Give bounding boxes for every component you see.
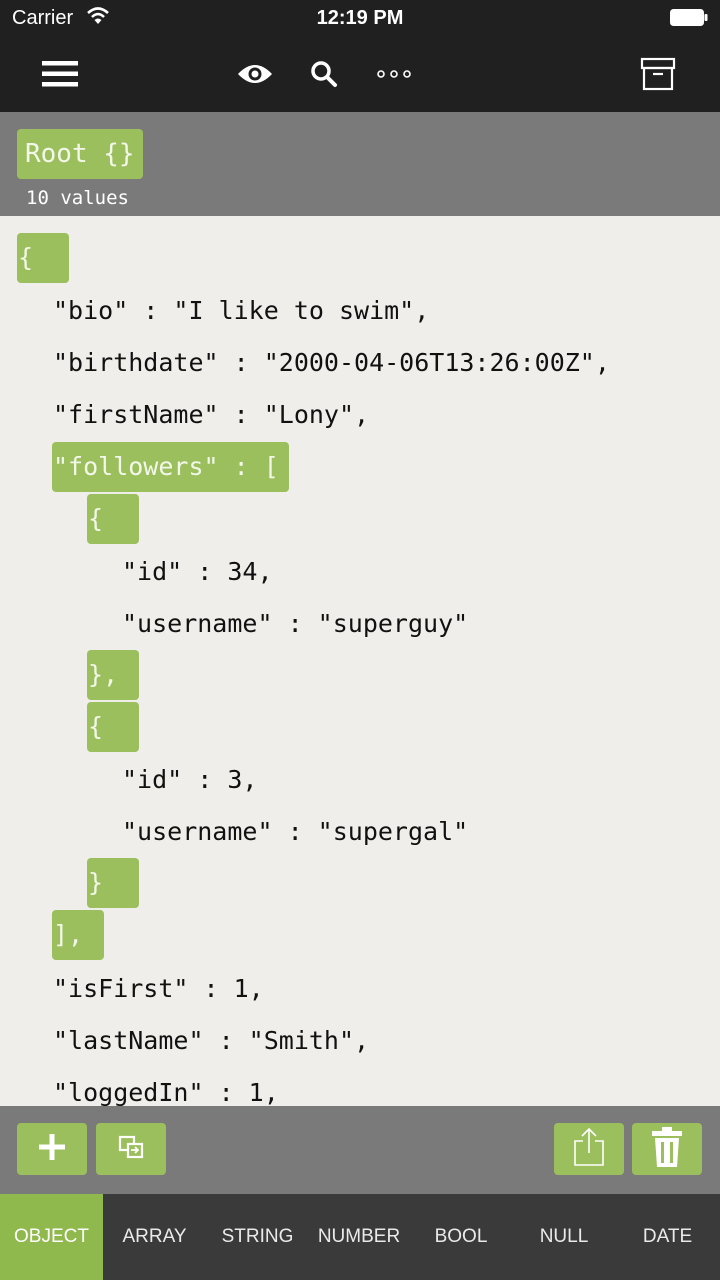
follower-open-brace[interactable]: {	[87, 494, 139, 544]
json-view[interactable]: { "bio" : "I like to swim", "birthdate" …	[0, 216, 720, 1106]
value-count: 10 values	[26, 187, 129, 209]
trash-icon	[651, 1126, 683, 1173]
archive-icon[interactable]	[636, 52, 680, 96]
tab-string[interactable]: STRING	[206, 1194, 309, 1280]
json-line-loggedin[interactable]: "loggedIn" : 1,	[53, 1067, 279, 1106]
share-button[interactable]	[554, 1123, 624, 1175]
tab-object[interactable]: OBJECT	[0, 1194, 103, 1280]
array-close-bracket[interactable]: ],	[52, 910, 104, 960]
copy-icon	[118, 1135, 144, 1164]
json-line-firstname[interactable]: "firstName" : "Lony",	[53, 389, 369, 441]
tab-date[interactable]: DATE	[615, 1194, 720, 1280]
action-bar	[0, 1106, 720, 1194]
json-line-followers[interactable]: "followers" : [	[52, 442, 289, 492]
add-icon	[37, 1132, 67, 1167]
menu-icon[interactable]	[38, 52, 82, 96]
json-line-birthdate[interactable]: "birthdate" : "2000-04-06T13:26:00Z",	[53, 337, 610, 389]
toolbar	[0, 36, 720, 112]
json-line-lastname[interactable]: "lastName" : "Smith",	[53, 1015, 369, 1067]
battery-icon	[670, 9, 708, 26]
root-button[interactable]: Root {}	[17, 129, 143, 179]
clock: 12:19 PM	[316, 7, 404, 29]
json-line-id[interactable]: "id" : 3,	[122, 754, 257, 806]
delete-button[interactable]	[632, 1123, 702, 1175]
tab-null[interactable]: NULL	[513, 1194, 615, 1280]
type-selector: OBJECT ARRAY STRING NUMBER BOOL NULL DAT…	[0, 1194, 720, 1280]
follower-close-brace[interactable]: },	[87, 650, 139, 700]
tab-number[interactable]: NUMBER	[309, 1194, 409, 1280]
follower-close-brace[interactable]: }	[87, 858, 139, 908]
object-open-brace[interactable]: {	[17, 233, 69, 283]
search-icon[interactable]	[302, 52, 346, 96]
follower-open-brace[interactable]: {	[87, 702, 139, 752]
json-line-bio[interactable]: "bio" : "I like to swim",	[53, 285, 429, 337]
tab-array[interactable]: ARRAY	[103, 1194, 206, 1280]
status-bar: Carrier 12:19 PM	[0, 0, 720, 36]
copy-button[interactable]	[96, 1123, 166, 1175]
eye-icon[interactable]	[233, 52, 277, 96]
add-button[interactable]	[17, 1123, 87, 1175]
json-line-id[interactable]: "id" : 34,	[122, 546, 273, 598]
more-icon[interactable]	[372, 52, 416, 96]
share-icon	[573, 1127, 605, 1172]
json-line-username[interactable]: "username" : "supergal"	[122, 806, 468, 858]
root-header: Root {} 10 values	[0, 112, 720, 216]
json-line-username[interactable]: "username" : "superguy"	[122, 598, 468, 650]
json-line-isfirst[interactable]: "isFirst" : 1,	[53, 963, 264, 1015]
tab-bool[interactable]: BOOL	[409, 1194, 513, 1280]
